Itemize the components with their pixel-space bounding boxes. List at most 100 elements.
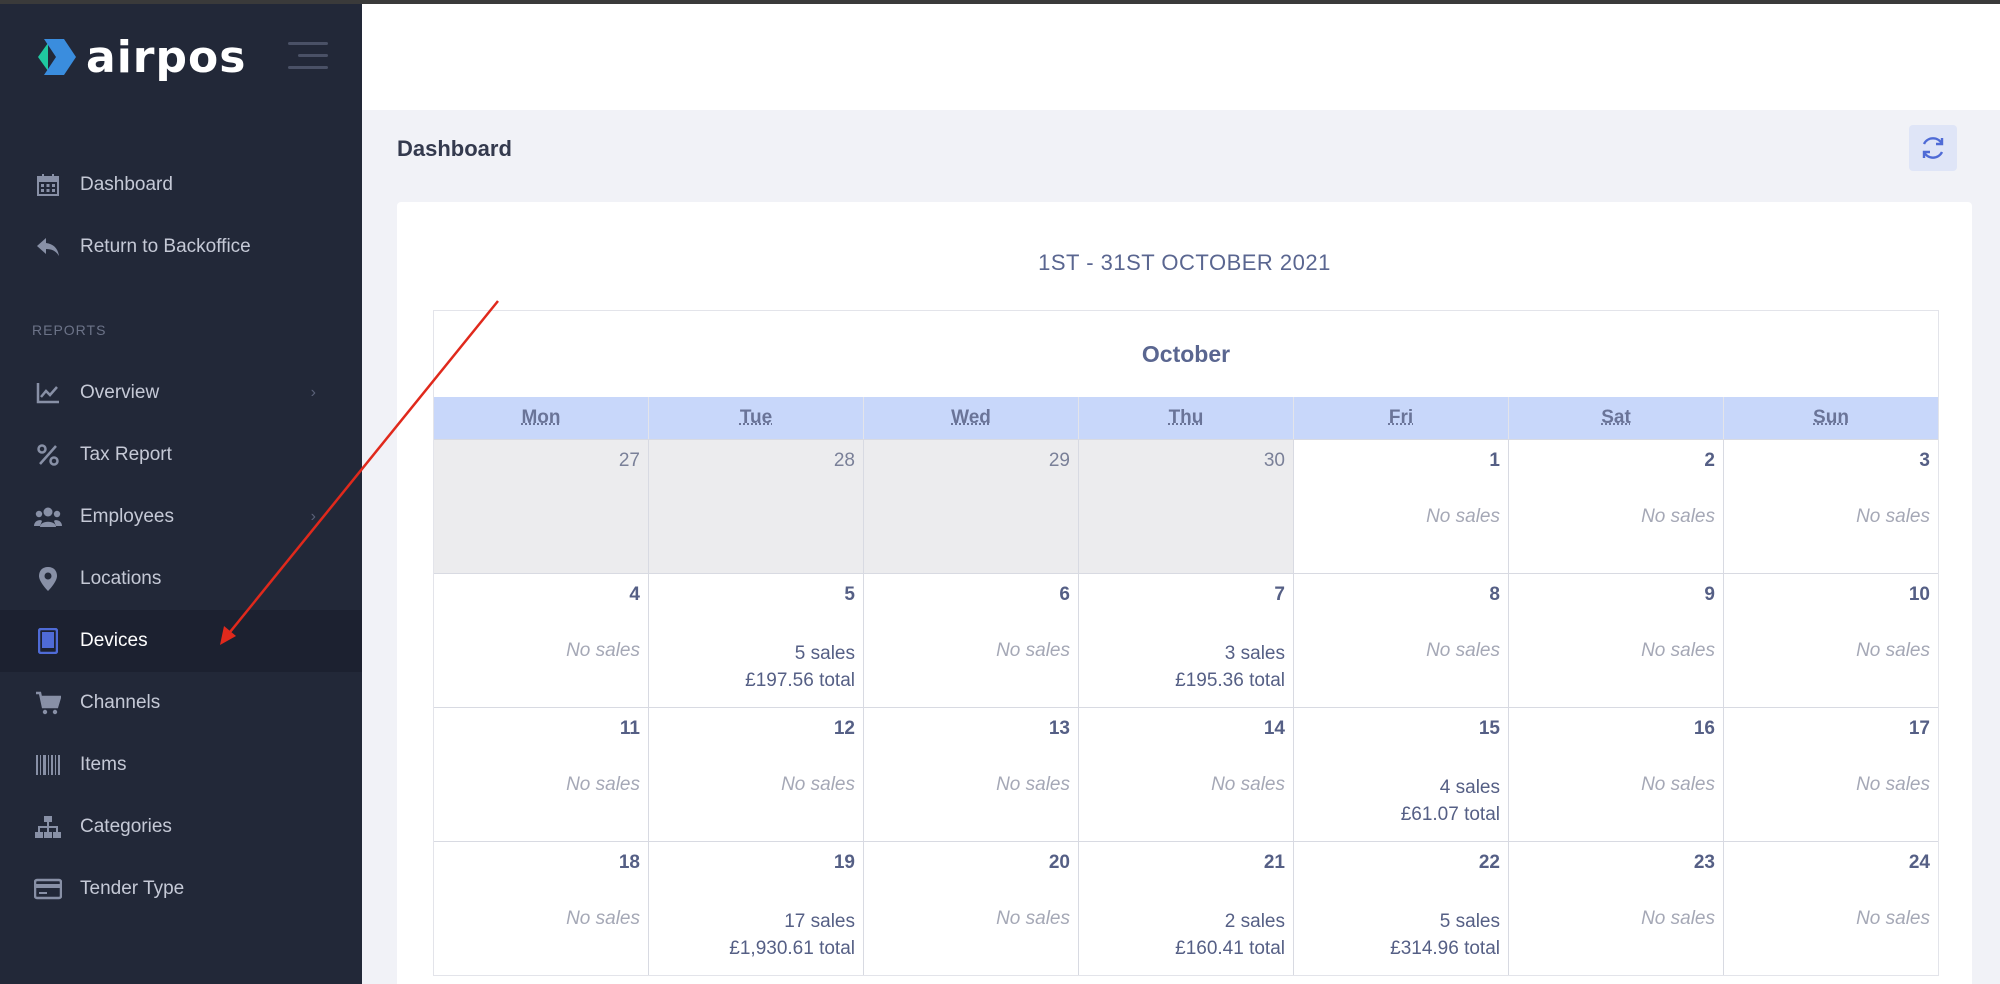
sidebar-item-locations[interactable]: Locations — [0, 548, 362, 610]
calendar-day-cell[interactable]: 8 No sales — [1294, 574, 1509, 707]
calendar-day-cell[interactable]: 3 No sales — [1724, 440, 1938, 573]
calendar-day-cell[interactable]: 17 No sales — [1724, 708, 1938, 841]
top-bar — [362, 4, 2000, 110]
credit-card-icon — [34, 875, 62, 903]
reply-icon — [34, 233, 62, 261]
calendar-day-cell[interactable]: 16 No sales — [1509, 708, 1724, 841]
calendar-day-cell[interactable]: 9 No sales — [1509, 574, 1724, 707]
day-number: 13 — [1048, 718, 1070, 739]
day-number: 6 — [1059, 584, 1070, 605]
sidebar-item-devices[interactable]: Devices — [0, 610, 362, 672]
calendar-day-cell[interactable]: 20 No sales — [864, 842, 1079, 975]
day-number: 28 — [833, 450, 855, 471]
calendar-day-cell[interactable]: 22 5 sales £314.96 total — [1294, 842, 1509, 975]
calendar-day-cell[interactable]: 27 — [434, 440, 649, 573]
sales-count: 5 sales — [1439, 911, 1500, 932]
no-sales-label: No sales — [1641, 908, 1715, 929]
calendar-day-cell[interactable]: 15 4 sales £61.07 total — [1294, 708, 1509, 841]
calendar-day-cell[interactable]: 2 No sales — [1509, 440, 1724, 573]
no-sales-label: No sales — [996, 640, 1070, 661]
brand-logo[interactable]: airpos — [28, 31, 247, 83]
calendar-day-cell[interactable]: 12 No sales — [649, 708, 864, 841]
day-number: 19 — [833, 852, 855, 873]
refresh-icon — [1922, 137, 1944, 159]
day-number: 10 — [1908, 584, 1930, 605]
sales-total: £1,930.61 total — [729, 938, 855, 959]
calendar-day-cell[interactable]: 5 5 sales £197.56 total — [649, 574, 864, 707]
no-sales-label: No sales — [1856, 506, 1930, 527]
no-sales-label: No sales — [1641, 774, 1715, 795]
sales-total: £197.56 total — [745, 670, 855, 691]
calendar-day-cell[interactable]: 13 No sales — [864, 708, 1079, 841]
calendar-day-cell[interactable]: 29 — [864, 440, 1079, 573]
day-number: 2 — [1704, 450, 1715, 471]
sidebar-item-tax-report[interactable]: Tax Report — [0, 424, 362, 486]
sidebar-item-employees[interactable]: Employees › — [0, 486, 362, 548]
sidebar-item-tender-type[interactable]: Tender Type — [0, 858, 362, 920]
no-sales-label: No sales — [1856, 640, 1930, 661]
day-number: 24 — [1908, 852, 1930, 873]
chevron-right-icon: › — [310, 384, 316, 401]
sidebar-item-dashboard[interactable]: Dashboard — [0, 154, 362, 216]
no-sales-label: No sales — [566, 640, 640, 661]
percent-icon — [34, 441, 62, 469]
no-sales-label: No sales — [781, 774, 855, 795]
weekday-label: Sat — [1509, 397, 1724, 439]
menu-toggle-button[interactable] — [288, 42, 328, 72]
calendar-day-cell[interactable]: 21 2 sales £160.41 total — [1079, 842, 1294, 975]
brand-name: airpos — [86, 31, 247, 83]
day-number: 16 — [1693, 718, 1715, 739]
calendar-day-cell[interactable]: 19 17 sales £1,930.61 total — [649, 842, 864, 975]
sidebar-item-label: Dashboard — [80, 174, 173, 195]
weekday-label: Wed — [864, 397, 1079, 439]
no-sales-label: No sales — [566, 908, 640, 929]
sidebar-item-channels[interactable]: Channels — [0, 672, 362, 734]
day-number: 4 — [629, 584, 640, 605]
calendar-weeks: 27 28 29 30 1 No sales 2 No sales 3 No sales 4 No s… — [434, 439, 1938, 975]
no-sales-label: No sales — [996, 908, 1070, 929]
weekday-label: Mon — [434, 397, 649, 439]
sidebar-item-overview[interactable]: Overview › — [0, 362, 362, 424]
day-number: 23 — [1693, 852, 1715, 873]
calendar-day-cell[interactable]: 18 No sales — [434, 842, 649, 975]
calendar-day-cell[interactable]: 1 No sales — [1294, 440, 1509, 573]
day-number: 30 — [1263, 450, 1285, 471]
sidebar: airpos Dashboard Return to Backoffice RE… — [0, 0, 362, 984]
sales-total: £61.07 total — [1400, 804, 1500, 825]
tablet-icon — [34, 627, 62, 655]
calendar-day-cell[interactable]: 28 — [649, 440, 864, 573]
calendar-day-cell[interactable]: 14 No sales — [1079, 708, 1294, 841]
calendar-day-cell[interactable]: 7 3 sales £195.36 total — [1079, 574, 1294, 707]
day-number: 3 — [1919, 450, 1930, 471]
sales-count: 17 sales — [784, 911, 855, 932]
no-sales-label: No sales — [566, 774, 640, 795]
sidebar-item-categories[interactable]: Categories — [0, 796, 362, 858]
calendar-day-cell[interactable]: 30 — [1079, 440, 1294, 573]
calendar-day-cell[interactable]: 6 No sales — [864, 574, 1079, 707]
calendar-day-cell[interactable]: 24 No sales — [1724, 842, 1938, 975]
day-number: 8 — [1489, 584, 1500, 605]
sidebar-item-return-to-backoffice[interactable]: Return to Backoffice — [0, 216, 362, 278]
weekday-label: Tue — [649, 397, 864, 439]
sidebar-item-label: Devices — [80, 630, 148, 651]
day-number: 1 — [1489, 450, 1500, 471]
no-sales-label: No sales — [1426, 506, 1500, 527]
calendar-card: 1ST - 31ST OCTOBER 2021 October Mon Tue We… — [397, 202, 1972, 984]
refresh-button[interactable] — [1909, 125, 1957, 171]
calendar-day-cell[interactable]: 4 No sales — [434, 574, 649, 707]
calendar-day-cell[interactable]: 11 No sales — [434, 708, 649, 841]
chart-line-icon — [34, 379, 62, 407]
date-range-title: 1ST - 31ST OCTOBER 2021 — [1038, 250, 1331, 275]
day-number: 20 — [1048, 852, 1070, 873]
calendar-day-cell[interactable]: 23 No sales — [1509, 842, 1724, 975]
calendar-day-cell[interactable]: 10 No sales — [1724, 574, 1938, 707]
calendar: October Mon Tue Wed Thu Fri Sat Sun 27 28 29 30 1 N… — [433, 310, 1939, 976]
window-top-border — [0, 0, 2000, 4]
sidebar-item-items[interactable]: Items — [0, 734, 362, 796]
no-sales-label: No sales — [996, 774, 1070, 795]
sales-summary: 5 sales £314.96 total — [1390, 908, 1500, 962]
day-number: 12 — [833, 718, 855, 739]
calendar-icon — [34, 171, 62, 199]
day-number: 18 — [618, 852, 640, 873]
sales-summary: 5 sales £197.56 total — [745, 640, 855, 694]
